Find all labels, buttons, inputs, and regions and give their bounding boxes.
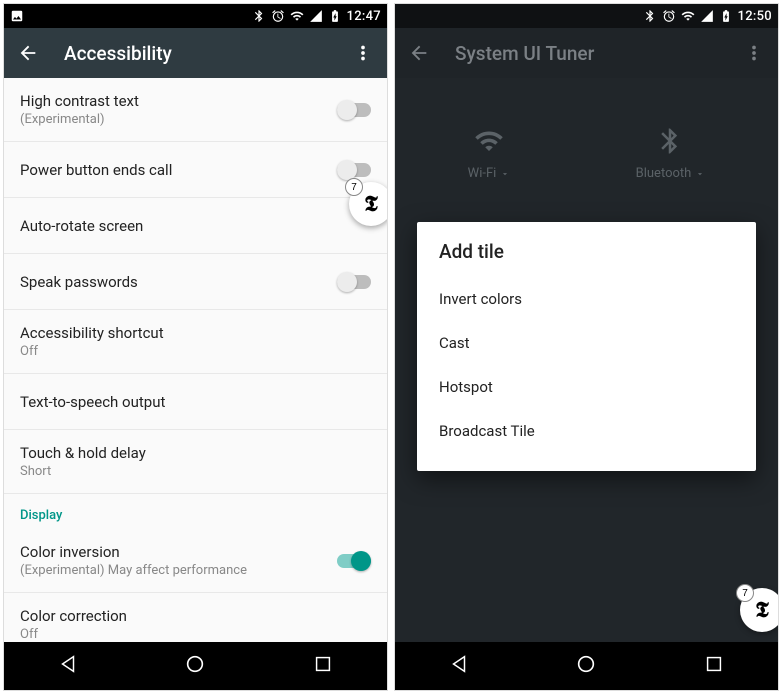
setting-accessibility-shortcut[interactable]: Accessibility shortcut Off [4,310,387,374]
setting-title: High contrast text [20,92,337,110]
floating-badge[interactable]: 𝕿 7 [740,588,779,632]
badge-count: 7 [345,178,363,196]
bluetooth-icon [252,9,266,23]
qs-tile-label: Wi-Fi [468,166,497,181]
setting-auto-rotate[interactable]: Auto-rotate screen [4,198,387,254]
qs-tile-bluetooth[interactable]: Bluetooth [636,126,706,181]
setting-subtitle: Off [20,344,371,359]
app-bar: Accessibility [4,28,387,78]
qs-tile-label: Bluetooth [636,166,692,181]
nav-back-button[interactable] [57,653,79,679]
bluetooth-icon [643,9,657,23]
overflow-menu-button[interactable] [351,41,375,65]
switch-toggle[interactable] [337,554,371,568]
dialog-item-broadcast-tile[interactable]: Broadcast Tile [439,409,734,453]
wifi-icon [474,126,504,156]
setting-title: Text-to-speech output [20,393,371,411]
app-bar: System UI Tuner [395,28,778,78]
wifi-icon [681,9,695,23]
dialog-item-invert-colors[interactable]: Invert colors [439,277,734,321]
overflow-menu-button[interactable] [742,41,766,65]
status-clock: 12:47 [347,9,381,24]
add-tile-dialog: Add tile Invert colors Cast Hotspot Broa… [417,222,756,471]
setting-subtitle: Short [20,464,371,479]
setting-title: Color correction [20,607,371,625]
dialog-item-hotspot[interactable]: Hotspot [439,365,734,409]
setting-subtitle: Off [20,627,371,642]
setting-subtitle: (Experimental) [20,112,337,127]
setting-title: Color inversion [20,543,337,561]
battery-icon [719,9,733,23]
setting-title: Accessibility shortcut [20,324,371,342]
setting-power-button-ends-call[interactable]: Power button ends call [4,142,387,198]
switch-toggle[interactable] [337,163,371,177]
cell-signal-icon [700,9,714,23]
nav-recents-button[interactable] [312,653,334,679]
setting-color-inversion[interactable]: Color inversion (Experimental) May affec… [4,529,387,593]
setting-title: Touch & hold delay [20,444,371,462]
badge-count: 7 [736,584,754,602]
setting-title: Speak passwords [20,273,337,291]
alarm-icon [271,9,285,23]
nav-home-button[interactable] [575,653,597,679]
alarm-icon [662,9,676,23]
page-title: System UI Tuner [455,42,718,65]
section-header-display: Display [4,494,387,529]
image-icon [10,9,24,23]
switch-toggle[interactable] [337,275,371,289]
setting-subtitle: (Experimental) May affect performance [20,563,337,578]
wifi-icon [290,9,304,23]
setting-touch-hold-delay[interactable]: Touch & hold delay Short [4,430,387,494]
setting-title: Power button ends call [20,161,337,179]
setting-high-contrast[interactable]: High contrast text (Experimental) [4,78,387,142]
nyt-glyph-icon: 𝕿 [755,597,769,623]
dialog-title: Add tile [439,240,734,263]
bluetooth-icon [655,126,685,156]
setting-speak-passwords[interactable]: Speak passwords [4,254,387,310]
chevron-down-icon [695,169,705,179]
cell-signal-icon [309,9,323,23]
right-screenshot: 12:50 System UI Tuner Wi-Fi Bluetooth Ad… [394,3,779,691]
nav-home-button[interactable] [184,653,206,679]
battery-icon [328,9,342,23]
switch-toggle[interactable] [337,103,371,117]
qs-tile-wifi[interactable]: Wi-Fi [468,126,511,181]
status-bar: 12:50 [395,4,778,28]
dialog-item-cast[interactable]: Cast [439,321,734,365]
nyt-glyph-icon: 𝕿 [364,191,378,217]
status-bar: 12:47 [4,4,387,28]
status-clock: 12:50 [738,9,772,24]
navigation-bar [4,642,387,690]
setting-title: Auto-rotate screen [20,217,371,235]
settings-list: High contrast text (Experimental) Power … [4,78,387,656]
nav-recents-button[interactable] [703,653,725,679]
chevron-down-icon [500,169,510,179]
navigation-bar [395,642,778,690]
nav-back-button[interactable] [448,653,470,679]
floating-badge[interactable]: 𝕿 7 [349,182,388,226]
left-screenshot: 12:47 Accessibility High contrast text (… [3,3,388,691]
back-button[interactable] [16,41,40,65]
setting-tts-output[interactable]: Text-to-speech output [4,374,387,430]
page-title: Accessibility [64,42,327,65]
back-button[interactable] [407,41,431,65]
